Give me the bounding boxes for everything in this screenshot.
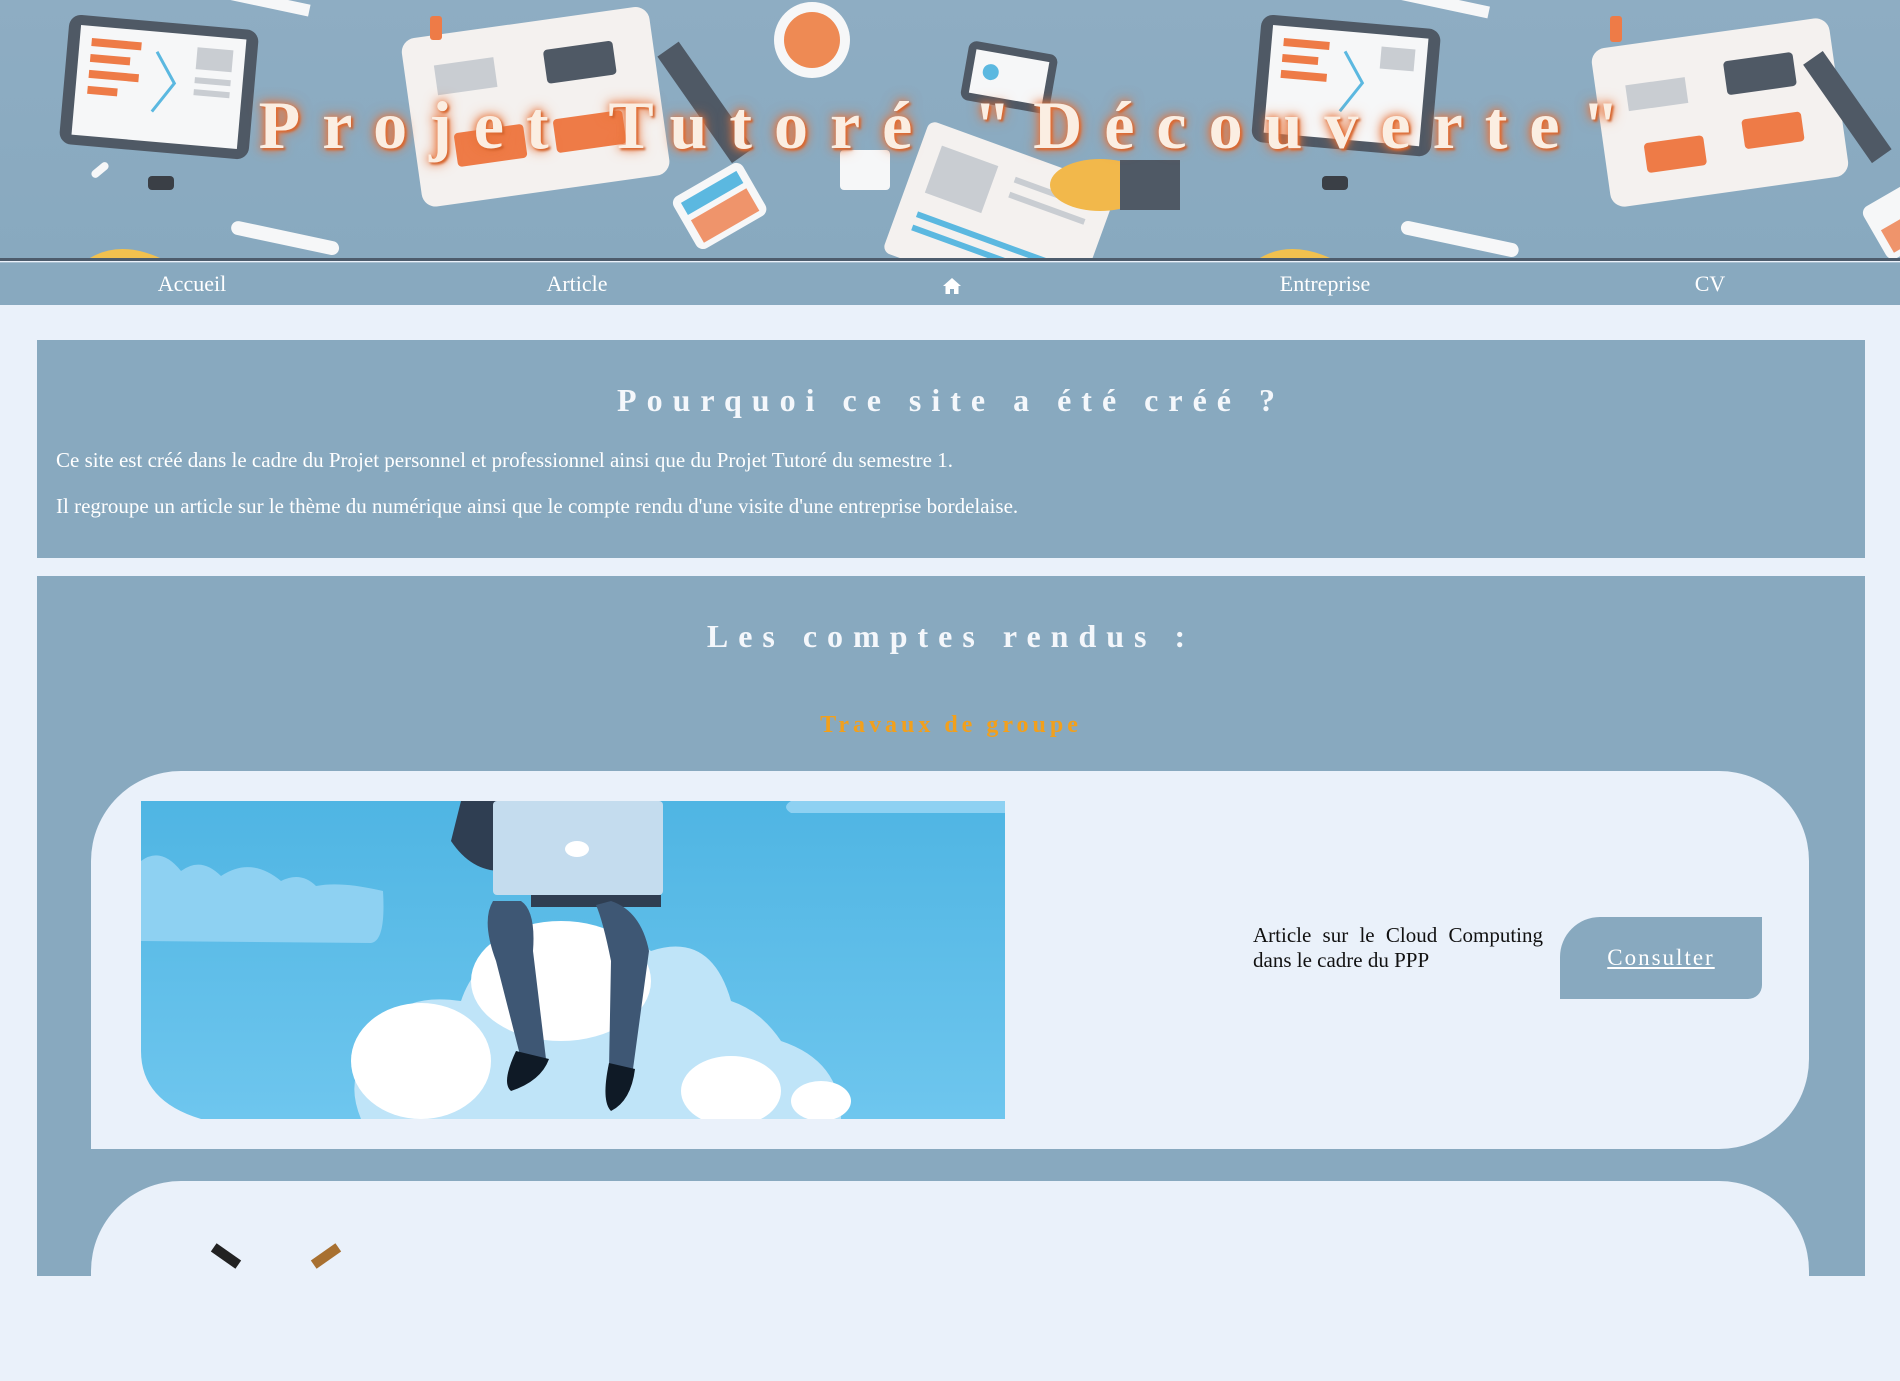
report-description: Article sur le Cloud Computing dans le c… [1253,923,1543,972]
nav-article[interactable]: Article [546,271,607,297]
home-icon[interactable] [942,277,962,300]
group-work-subtitle: Travaux de groupe [820,712,1082,738]
nav-accueil[interactable]: Accueil [158,271,226,297]
site-banner: Projet Tutoré "Découverte" [0,0,1900,261]
intro-section: Pourquoi ce site a été créé ? Ce site es… [37,340,1865,558]
consult-button[interactable]: Consulter [1560,917,1762,999]
main-nav: Accueil Article Entreprise CV [0,262,1900,305]
reports-section: Les comptes rendus : Travaux de groupe A… [37,576,1865,1381]
report-card [91,1181,1809,1381]
reports-title: Les comptes rendus : [706,618,1196,654]
site-title: Projet Tutoré "Découverte" [258,87,1642,163]
intro-paragraph: Il regroupe un article sur le thème du n… [56,494,1019,518]
intro-paragraph: Ce site est créé dans le cadre du Projet… [56,448,953,472]
report-card: Article sur le Cloud Computing dans le c… [91,771,1809,1149]
nav-entreprise[interactable]: Entreprise [1280,271,1370,297]
report-illustration [210,1243,342,1269]
cloud-computing-illustration [141,801,1005,1119]
intro-title: Pourquoi ce site a été créé ? [617,382,1285,418]
nav-cv[interactable]: CV [1695,271,1726,297]
